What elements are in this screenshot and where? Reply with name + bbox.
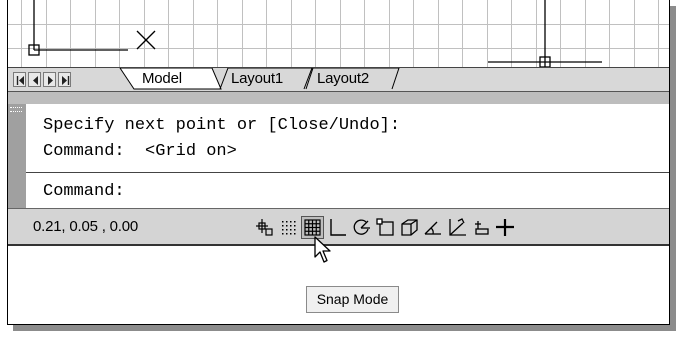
status-bar: 0.21, 0.05 , 0.00 xyxy=(8,208,669,246)
mouse-pointer-icon xyxy=(314,236,331,263)
snap-mode-icon[interactable] xyxy=(277,216,300,239)
command-history-line-2: Command: <Grid on> xyxy=(43,142,237,161)
command-window[interactable]: Specify next point or [Close/Undo]: Comm… xyxy=(8,104,669,208)
point-x-marker xyxy=(136,30,156,50)
command-divider xyxy=(26,172,669,173)
coordinate-display[interactable]: 0.21, 0.05 , 0.00 xyxy=(33,218,138,235)
command-prompt-input[interactable]: Command: xyxy=(43,182,125,201)
3d-object-snap-icon[interactable] xyxy=(398,216,421,239)
tab-layout1[interactable]: Layout1 xyxy=(231,68,283,90)
crosshair-cursor xyxy=(488,0,602,67)
snap-mode-tooltip: Snap Mode xyxy=(306,286,399,313)
dynamic-input-icon[interactable] xyxy=(470,216,493,239)
polar-tracking-icon[interactable] xyxy=(350,216,373,239)
grip-dots-icon xyxy=(10,107,22,112)
lineweight-icon[interactable] xyxy=(494,216,517,239)
command-window-grip[interactable] xyxy=(8,104,26,208)
ucs-icon xyxy=(28,0,128,56)
autocad-window: Model Layout1 Layout2 Specify next point… xyxy=(7,0,670,325)
infer-constraints-icon[interactable] xyxy=(253,216,276,239)
tab-layout2[interactable]: Layout2 xyxy=(317,68,369,90)
object-snap-tracking-icon[interactable] xyxy=(422,216,445,239)
layout-tab-bar: Model Layout1 Layout2 xyxy=(8,67,669,92)
command-history-line-1: Specify next point or [Close/Undo]: xyxy=(43,116,401,135)
drawing-area[interactable] xyxy=(8,0,669,67)
tab-model[interactable]: Model xyxy=(142,68,182,90)
window-splitter[interactable] xyxy=(8,91,669,104)
drawing-canvas[interactable] xyxy=(8,0,669,67)
object-snap-icon[interactable] xyxy=(374,216,397,239)
dynamic-ucs-icon[interactable] xyxy=(446,216,469,239)
grid-lines xyxy=(8,0,669,67)
